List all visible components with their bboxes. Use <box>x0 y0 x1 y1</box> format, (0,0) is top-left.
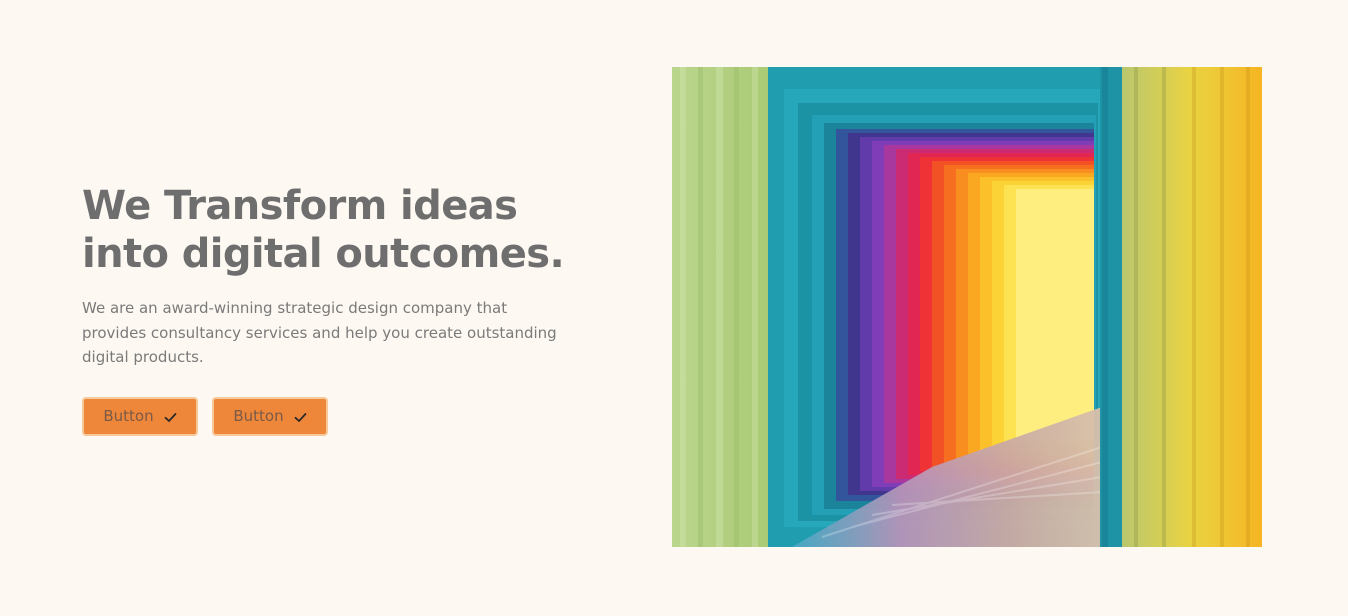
button-label: Button <box>233 407 284 425</box>
check-icon <box>164 410 177 423</box>
check-icon <box>294 410 307 423</box>
primary-button-1[interactable]: Button <box>82 396 198 436</box>
hero-title: We Transform ideas into digital outcomes… <box>82 183 565 277</box>
hero-section: We Transform ideas into digital outcomes… <box>0 0 1348 616</box>
hero-text-block: We Transform ideas into digital outcomes… <box>82 182 592 436</box>
colorful-tunnel-image <box>672 67 1262 547</box>
hero-button-group: Button Button <box>82 396 592 436</box>
primary-button-2[interactable]: Button <box>212 396 328 436</box>
button-label: Button <box>103 407 154 425</box>
hero-subtitle: We are an award-winning strategic design… <box>82 299 557 366</box>
